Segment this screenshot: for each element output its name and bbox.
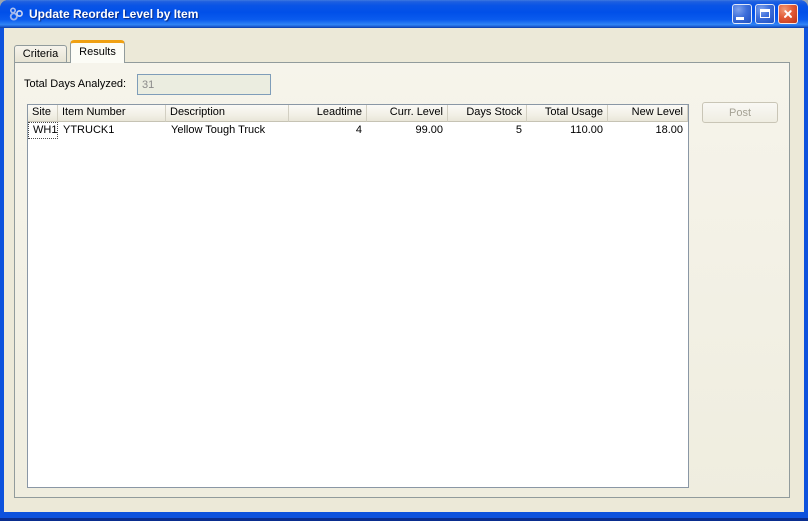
column-header-item-number[interactable]: Item Number [58,105,166,122]
window-controls [732,4,798,24]
table-header-row: Site Item Number Description Leadtime Curr. … [28,105,688,122]
dialog-client-area: Criteria Results Total Days Analyzed: Si… [4,28,804,512]
total-days-input[interactable] [137,74,271,95]
table-body: WH1 YTRUCK1 Yellow Tough Truck 4 99.00 5 110.0… [28,122,688,139]
cell-site[interactable]: WH1 [28,122,58,139]
post-button[interactable]: Post [702,102,778,123]
maximize-icon [760,9,770,18]
cell-item-number[interactable]: YTRUCK1 [58,122,166,139]
cell-leadtime[interactable]: 4 [289,122,367,139]
close-button[interactable] [778,4,798,24]
column-header-curr-level[interactable]: Curr. Level [367,105,448,122]
table-row[interactable]: WH1 YTRUCK1 Yellow Tough Truck 4 99.00 5 110.0… [28,122,688,139]
minimize-icon [736,17,744,20]
column-header-description[interactable]: Description [166,105,289,122]
cell-days-stock[interactable]: 5 [448,122,527,139]
cell-description[interactable]: Yellow Tough Truck [166,122,289,139]
results-table: Site Item Number Description Leadtime Curr. … [27,104,689,488]
column-header-total-usage[interactable]: Total Usage [527,105,608,122]
window-title: Update Reorder Level by Item [29,7,199,21]
total-days-label: Total Days Analyzed: [24,78,127,90]
cell-curr-level[interactable]: 99.00 [367,122,448,139]
cell-new-level[interactable]: 18.00 [608,122,688,139]
tab-criteria[interactable]: Criteria [14,45,67,62]
cell-total-usage[interactable]: 110.00 [527,122,608,139]
column-header-leadtime[interactable]: Leadtime [289,105,367,122]
bubbles-icon [8,6,24,22]
maximize-button[interactable] [755,4,775,24]
column-header-site[interactable]: Site [28,105,58,122]
dialog-window: Update Reorder Level by Item Criteria Re… [0,0,808,521]
title-bar[interactable]: Update Reorder Level by Item [0,0,808,28]
minimize-button[interactable] [732,4,752,24]
column-header-new-level[interactable]: New Level [608,105,688,122]
column-header-days-stock[interactable]: Days Stock [448,105,527,122]
tab-results[interactable]: Results [70,40,125,63]
